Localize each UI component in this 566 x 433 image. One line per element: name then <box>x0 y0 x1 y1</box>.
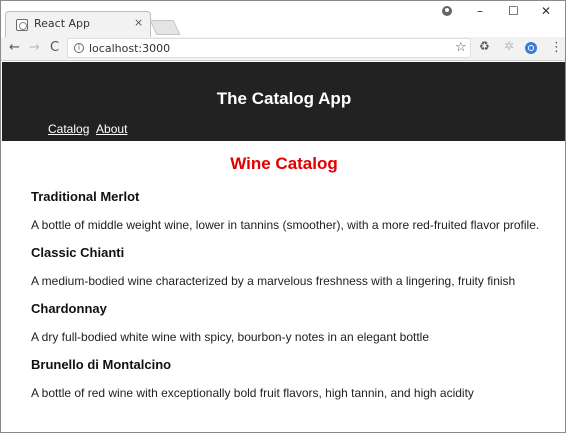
minimize-icon[interactable]: – <box>477 4 483 18</box>
wine-name: Traditional Merlot <box>31 189 140 204</box>
wine-name: Chardonnay <box>31 301 107 316</box>
wine-description: A dry full-bodied white wine with spicy,… <box>31 330 430 344</box>
tab-close-icon[interactable]: × <box>134 16 143 29</box>
maximize-icon[interactable]: ☐ <box>508 4 519 18</box>
back-icon[interactable]: ← <box>9 40 20 55</box>
extension-icon[interactable] <box>525 42 537 54</box>
tab-strip: React App × – ☐ ✕ <box>1 1 565 37</box>
wine-item: Brunello di Montalcino A bottle of red w… <box>31 357 551 400</box>
browser-window: React App × – ☐ ✕ ← → C i localhost:3000… <box>0 0 566 433</box>
wine-description: A bottle of red wine with exceptionally … <box>31 386 474 400</box>
profile-icon[interactable] <box>442 6 452 16</box>
wine-item: Chardonnay A dry full-bodied white wine … <box>31 301 551 344</box>
react-devtools-icon[interactable]: ✲ <box>504 39 516 53</box>
nav-link-about[interactable]: About <box>96 122 127 136</box>
address-bar[interactable]: i localhost:3000 ☆ <box>67 38 471 58</box>
app-title: The Catalog App <box>216 89 352 108</box>
info-icon[interactable]: i <box>74 43 84 53</box>
new-tab-button[interactable] <box>149 20 181 35</box>
browser-tab[interactable]: React App × <box>5 11 151 37</box>
app-header: The Catalog App Catalog About <box>2 62 565 141</box>
reload-icon[interactable]: C <box>50 40 59 55</box>
app-nav: Catalog About <box>48 122 131 136</box>
browser-menu-icon[interactable]: ⋮ <box>550 40 563 55</box>
react-favicon-icon <box>16 19 28 31</box>
wine-name: Brunello di Montalcino <box>31 357 172 372</box>
wine-name: Classic Chianti <box>31 245 125 260</box>
wine-item: Traditional Merlot A bottle of middle we… <box>31 189 551 232</box>
wine-description: A bottle of middle weight wine, lower in… <box>31 218 540 232</box>
forward-icon[interactable]: → <box>29 40 40 55</box>
wine-item: Classic Chianti A medium-bodied wine cha… <box>31 245 551 288</box>
nav-link-catalog[interactable]: Catalog <box>48 122 89 136</box>
catalog-content: Wine Catalog Traditional Merlot A bottle… <box>2 141 565 432</box>
tab-title: React App <box>34 17 91 30</box>
catalog-title: Wine Catalog <box>230 154 338 173</box>
wine-description: A medium-bodied wine characterized by a … <box>31 274 516 288</box>
recycle-extension-icon[interactable]: ♻ <box>479 39 491 53</box>
bookmark-star-icon[interactable]: ☆ <box>455 40 467 55</box>
close-window-icon[interactable]: ✕ <box>541 4 551 18</box>
url-text[interactable]: localhost:3000 <box>89 42 170 55</box>
browser-toolbar: ← → C i localhost:3000 ☆ ♻ ✲ ⋮ <box>1 37 565 61</box>
